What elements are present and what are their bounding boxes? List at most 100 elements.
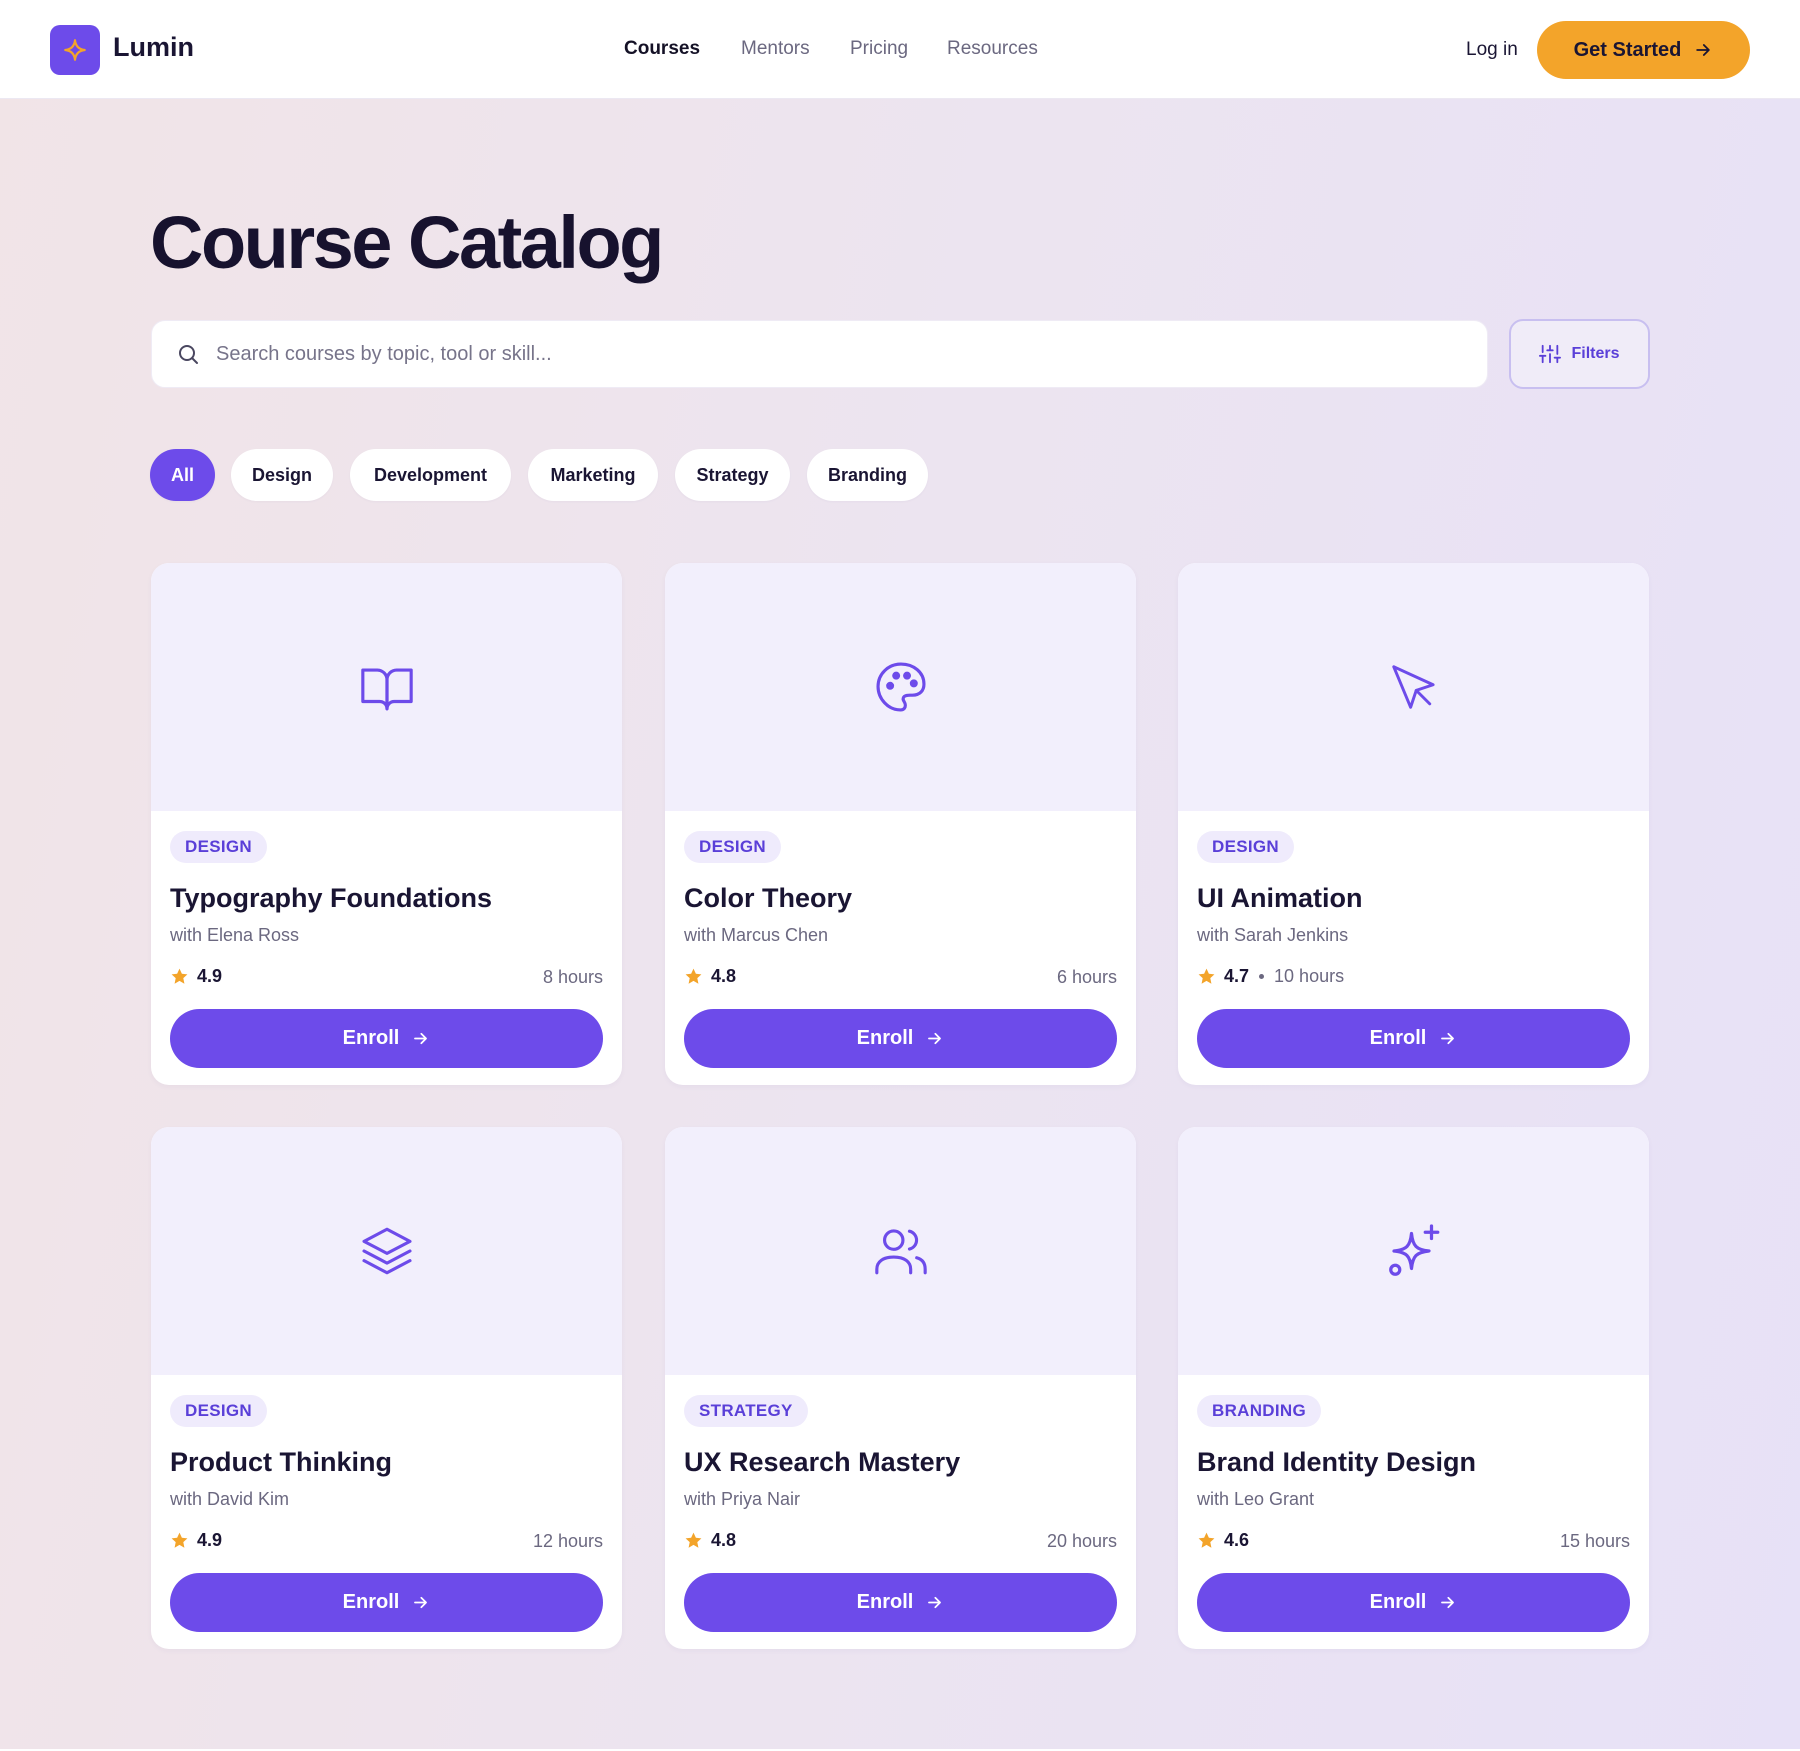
arrow-right-icon bbox=[414, 1032, 428, 1045]
arrow-right-icon bbox=[414, 1596, 428, 1609]
enroll-button[interactable]: Enroll bbox=[684, 1573, 1117, 1632]
category-chip-design[interactable]: Design bbox=[231, 449, 333, 501]
course-rating: 4.6 bbox=[1197, 1530, 1249, 1551]
enroll-button[interactable]: Enroll bbox=[1197, 1009, 1630, 1068]
course-mentor: with Sarah Jenkins bbox=[1197, 925, 1349, 945]
course-card[interactable]: DESIGN Color Theory with Marcus Chen 4.8… bbox=[665, 563, 1136, 1085]
enroll-button[interactable]: Enroll bbox=[1197, 1573, 1630, 1632]
arrow-right-icon bbox=[928, 1596, 942, 1609]
users-icon bbox=[874, 1229, 927, 1275]
course-rating: 4.9 bbox=[170, 966, 222, 987]
separator-dot bbox=[1259, 974, 1265, 979]
category-chip-development[interactable]: Development bbox=[350, 449, 511, 501]
course-thumbnail bbox=[665, 563, 1136, 811]
course-thumbnail bbox=[1178, 1127, 1649, 1375]
enroll-button[interactable]: Enroll bbox=[170, 1009, 603, 1068]
filters-button[interactable]: Filters bbox=[1509, 319, 1650, 389]
book-open-icon bbox=[360, 668, 413, 711]
filters-label: Filters bbox=[1571, 345, 1620, 362]
course-duration: 20 hours bbox=[1046, 1531, 1117, 1551]
course-card[interactable]: DESIGN Typography Foundations with Elena… bbox=[151, 563, 622, 1085]
category-tag: BRANDING bbox=[1197, 1395, 1322, 1427]
enroll-label: Enroll bbox=[342, 1591, 400, 1613]
search-input[interactable] bbox=[216, 342, 1416, 366]
arrow-right-icon bbox=[1441, 1032, 1455, 1045]
star-icon bbox=[685, 968, 702, 984]
course-title[interactable]: UI Animation bbox=[1197, 883, 1363, 914]
course-duration: 15 hours bbox=[1559, 1531, 1630, 1551]
rating-value: 4.8 bbox=[711, 1530, 737, 1550]
course-duration: 12 hours bbox=[532, 1531, 603, 1551]
category-chip-marketing[interactable]: Marketing bbox=[528, 449, 658, 501]
course-card[interactable]: STRATEGY UX Research Mastery with Priya … bbox=[665, 1127, 1136, 1649]
star-icon bbox=[171, 1532, 188, 1548]
course-title[interactable]: Brand Identity Design bbox=[1197, 1447, 1476, 1478]
rating-value: 4.9 bbox=[197, 1530, 223, 1550]
category-tag: DESIGN bbox=[170, 1395, 267, 1427]
course-title[interactable]: Typography Foundations bbox=[170, 883, 492, 914]
enroll-label: Enroll bbox=[342, 1027, 400, 1049]
course-mentor: with Leo Grant bbox=[1197, 1489, 1315, 1509]
star-icon bbox=[171, 968, 188, 984]
arrow-right-icon bbox=[928, 1032, 942, 1045]
arrow-right-icon bbox=[1441, 1596, 1455, 1609]
sliders-icon bbox=[1539, 344, 1562, 364]
top-navigation-bar: Lumin Courses Mentors Pricing Resources … bbox=[0, 0, 1800, 99]
rating-value: 4.7 bbox=[1224, 966, 1250, 986]
course-title[interactable]: Product Thinking bbox=[170, 1447, 392, 1478]
enroll-button[interactable]: Enroll bbox=[170, 1573, 603, 1632]
enroll-label: Enroll bbox=[856, 1591, 914, 1613]
login-link[interactable]: Log in bbox=[1466, 39, 1518, 61]
course-card[interactable]: DESIGN Product Thinking with David Kim 4… bbox=[151, 1127, 622, 1649]
category-tag: DESIGN bbox=[170, 831, 267, 863]
rating-value: 4.8 bbox=[711, 966, 737, 986]
arrow-right-icon bbox=[1696, 44, 1711, 56]
course-mentor: with Elena Ross bbox=[170, 925, 300, 945]
course-duration: 6 hours bbox=[1056, 967, 1117, 987]
nav-item-mentors[interactable]: Mentors bbox=[741, 38, 810, 60]
layers-icon bbox=[361, 1227, 412, 1275]
course-thumbnail bbox=[151, 563, 622, 811]
get-started-label: Get Started bbox=[1573, 38, 1682, 61]
nav-item-courses[interactable]: Courses bbox=[624, 38, 700, 60]
course-title[interactable]: Color Theory bbox=[684, 883, 852, 914]
brand-name[interactable]: Lumin bbox=[113, 32, 194, 63]
rating-value: 4.6 bbox=[1224, 1530, 1250, 1550]
course-rating: 4.8 bbox=[684, 1530, 736, 1551]
enroll-label: Enroll bbox=[856, 1027, 914, 1049]
palette-icon bbox=[875, 662, 926, 712]
course-thumbnail bbox=[665, 1127, 1136, 1375]
enroll-label: Enroll bbox=[1369, 1027, 1427, 1049]
nav-item-resources[interactable]: Resources bbox=[947, 38, 1038, 60]
sparkles-icon bbox=[1388, 1224, 1439, 1276]
star-icon bbox=[1198, 968, 1215, 984]
course-card[interactable]: BRANDING Brand Identity Design with Leo … bbox=[1178, 1127, 1649, 1649]
rating-value: 4.9 bbox=[197, 966, 223, 986]
course-mentor: with David Kim bbox=[170, 1489, 290, 1509]
get-started-button[interactable]: Get Started bbox=[1537, 21, 1750, 79]
course-duration: 8 hours bbox=[542, 967, 603, 987]
category-tag: STRATEGY bbox=[684, 1395, 808, 1427]
course-duration: 10 hours bbox=[1274, 966, 1345, 986]
category-chip-branding[interactable]: Branding bbox=[807, 449, 928, 501]
course-rating: 4.9 bbox=[170, 1530, 222, 1551]
star-icon bbox=[685, 1532, 702, 1548]
course-mentor: with Marcus Chen bbox=[684, 925, 829, 945]
enroll-button[interactable]: Enroll bbox=[684, 1009, 1117, 1068]
course-card[interactable]: DESIGN UI Animation with Sarah Jenkins 4… bbox=[1178, 563, 1649, 1085]
search-bar[interactable] bbox=[151, 320, 1488, 388]
cursor-pointer-icon bbox=[1391, 665, 1435, 709]
search-icon bbox=[179, 345, 198, 364]
course-rating: 4.8 bbox=[684, 966, 736, 987]
category-chip-strategy[interactable]: Strategy bbox=[675, 449, 790, 501]
course-title[interactable]: UX Research Mastery bbox=[684, 1447, 960, 1478]
course-mentor: with Priya Nair bbox=[684, 1489, 801, 1509]
course-thumbnail bbox=[151, 1127, 622, 1375]
brand-logo-icon[interactable] bbox=[50, 25, 100, 75]
category-chip-all[interactable]: All bbox=[150, 449, 215, 501]
category-tag: DESIGN bbox=[1197, 831, 1294, 863]
page-title: Course Catalog bbox=[150, 201, 664, 284]
enroll-label: Enroll bbox=[1369, 1591, 1427, 1613]
nav-item-pricing[interactable]: Pricing bbox=[850, 38, 908, 60]
course-rating: 4.7 10 hours bbox=[1197, 966, 1344, 987]
